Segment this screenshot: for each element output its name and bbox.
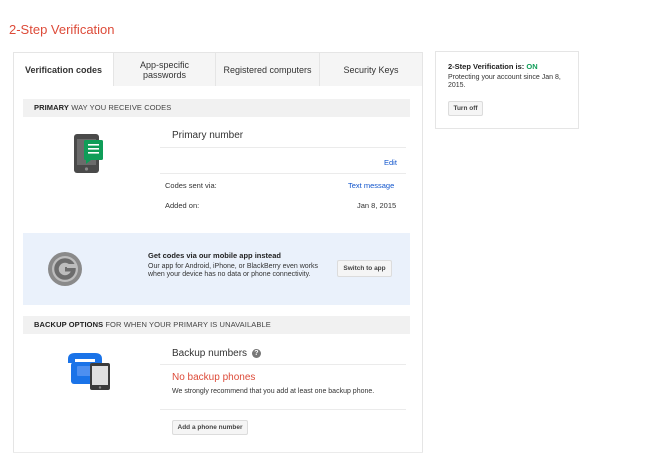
primary-header-rest: WAY YOU RECEIVE CODES xyxy=(71,103,172,112)
divider xyxy=(160,364,406,365)
tab-app-specific-passwords[interactable]: App-specific passwords xyxy=(114,53,216,86)
divider xyxy=(160,173,406,174)
tab-security-keys[interactable]: Security Keys xyxy=(320,53,422,86)
backup-header-bold: BACKUP OPTIONS xyxy=(34,320,104,329)
backup-numbers-label: Backup numbers xyxy=(172,348,248,359)
divider xyxy=(160,409,406,410)
backup-header-rest: FOR WHEN YOUR PRIMARY IS UNAVAILABLE xyxy=(105,320,271,329)
divider xyxy=(160,147,406,148)
add-phone-number-button[interactable]: Add a phone number xyxy=(172,420,248,435)
tab-registered-computers[interactable]: Registered computers xyxy=(216,53,320,86)
primary-section-header: PRIMARY WAY YOU RECEIVE CODES xyxy=(23,99,410,117)
added-on-value: Jan 8, 2015 xyxy=(357,201,397,210)
status-line: 2-Step Verification is: ON xyxy=(448,62,538,71)
promo-title: Get codes via our mobile app instead xyxy=(148,251,281,260)
landline-and-tablet-icon xyxy=(66,351,112,391)
help-icon[interactable]: ? xyxy=(251,349,261,358)
phone-with-message-icon xyxy=(74,133,103,173)
status-value: ON xyxy=(526,62,538,71)
tab-bar: Verification codes App-specific password… xyxy=(13,52,423,87)
backup-recommendation: We strongly recommend that you add at le… xyxy=(172,388,375,395)
codes-sent-label: Codes sent via: xyxy=(165,181,217,190)
backup-section-header: BACKUP OPTIONS FOR WHEN YOUR PRIMARY IS … xyxy=(23,316,410,334)
switch-to-app-button[interactable]: Switch to app xyxy=(337,260,392,277)
status-label: 2-Step Verification is: xyxy=(448,62,525,71)
primary-header-bold: PRIMARY xyxy=(34,103,70,112)
no-backup-phones: No backup phones xyxy=(172,372,256,383)
primary-number-heading: Primary number xyxy=(172,130,244,141)
protecting-since: Protecting your account since Jan 8, 201… xyxy=(448,74,561,89)
promo-body: Our app for Android, iPhone, or BlackBer… xyxy=(148,263,319,278)
authenticator-app-icon xyxy=(47,251,83,287)
page-title: 2-Step Verification xyxy=(9,22,115,37)
turn-off-button[interactable]: Turn off xyxy=(448,101,483,116)
tab-verification-codes[interactable]: Verification codes xyxy=(14,53,114,87)
added-on-label: Added on: xyxy=(165,201,200,210)
codes-sent-value[interactable]: Text message xyxy=(348,181,394,190)
edit-link[interactable]: Edit xyxy=(384,158,397,167)
backup-numbers-heading: Backup numbers ? xyxy=(172,348,261,359)
